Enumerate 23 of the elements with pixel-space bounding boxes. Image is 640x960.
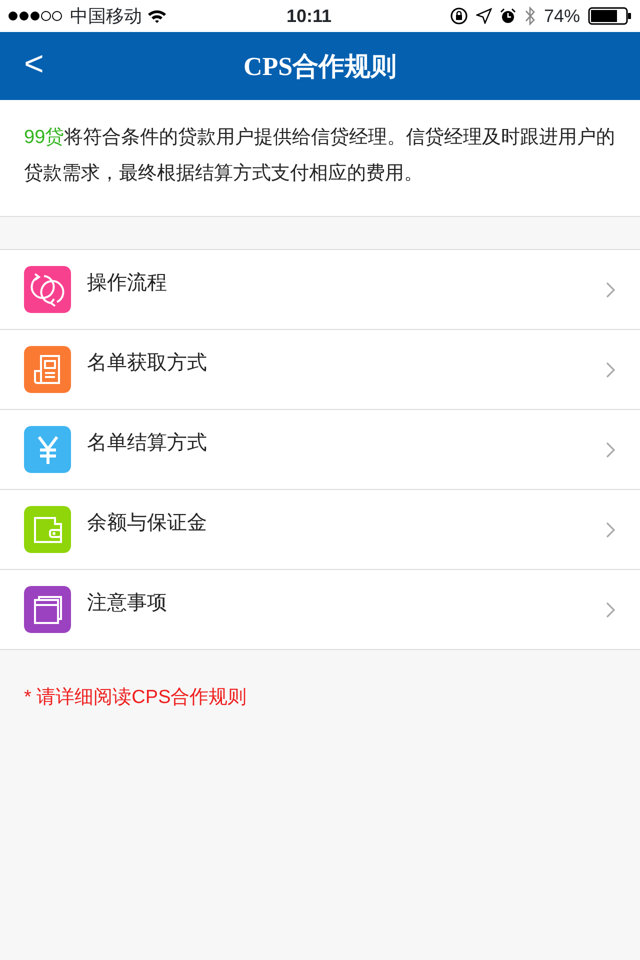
alarm-icon: [500, 8, 516, 24]
menu-item[interactable]: 余额与保证金: [0, 490, 640, 570]
menu-item[interactable]: 操作流程: [0, 250, 640, 330]
menu-item[interactable]: 注意事项: [0, 570, 640, 650]
back-button[interactable]: <: [16, 46, 52, 82]
rotation-lock-icon: [450, 7, 468, 25]
menu-item[interactable]: 名单获取方式: [0, 330, 640, 410]
location-icon: [476, 8, 492, 24]
chevron-icon: [606, 282, 616, 298]
chevron-icon: [606, 442, 616, 458]
battery-percent: 74%: [544, 4, 580, 28]
battery-icon: [588, 6, 632, 26]
bluetooth-icon: [524, 6, 536, 26]
carrier-name: 中国移动: [70, 4, 142, 28]
notice-text: * 请详细阅读CPS合作规则: [23, 686, 248, 710]
wifi-icon: [146, 8, 168, 24]
chevron-icon: [606, 602, 616, 618]
intro-paragraph: 99贷将符合条件的贷款用户提供给信贷经理。信贷经理及时跟进用户的贷款需求，最终根据结算方式支付相应的费用。: [24, 126, 616, 186]
page-title: CPS合作规则: [243, 50, 397, 82]
chevron-icon: [606, 362, 616, 378]
chevron-icon: [606, 522, 616, 538]
menu-item[interactable]: 名单结算方式: [0, 410, 640, 490]
status-time: 10:11: [286, 4, 332, 28]
